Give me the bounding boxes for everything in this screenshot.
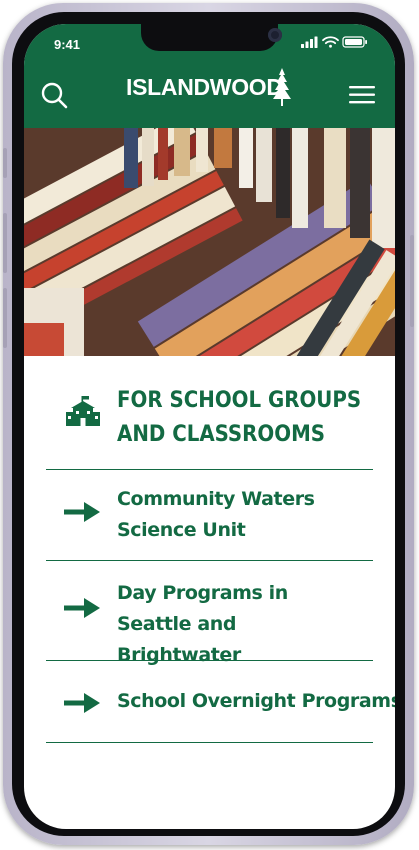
status-time: 9:41 xyxy=(54,37,81,52)
program-link-school-overnight[interactable]: School Overnight Programs xyxy=(46,682,395,732)
phone-screen: 9:41 ISLANDWOOD FOR SCHOOL GROUPS AND CL… xyxy=(24,24,395,829)
wifi-icon xyxy=(322,36,339,48)
hamburger-menu-icon[interactable] xyxy=(346,82,378,108)
cellular-signal-icon xyxy=(301,36,318,48)
logo-text: ISLANDWOOD xyxy=(126,74,283,100)
program-label: Day Programs in Seattle and Brightwater xyxy=(117,582,288,666)
program-label: School Overnight Programs xyxy=(117,690,395,712)
site-header: 9:41 ISLANDWOOD xyxy=(24,24,395,128)
front-camera-icon xyxy=(268,28,282,42)
search-icon[interactable] xyxy=(38,79,72,113)
power-button xyxy=(410,235,414,327)
battery-icon xyxy=(342,36,367,48)
divider xyxy=(46,660,373,661)
arrow-right-icon xyxy=(64,693,100,713)
section-header: FOR SCHOOL GROUPS AND CLASSROOMS xyxy=(46,384,373,469)
islandwood-logo[interactable]: ISLANDWOOD xyxy=(126,68,298,108)
section-title: FOR SCHOOL GROUPS AND CLASSROOMS xyxy=(117,388,362,447)
program-label: Community Waters Science Unit xyxy=(117,488,315,541)
school-building-icon xyxy=(66,396,100,426)
volume-down-button xyxy=(3,288,7,348)
arrow-right-icon xyxy=(64,598,100,618)
arrow-right-icon xyxy=(64,502,100,522)
divider xyxy=(46,469,373,470)
program-link-day-programs[interactable]: Day Programs in Seattle and Brightwater xyxy=(46,576,373,666)
program-link-community-waters[interactable]: Community Waters Science Unit xyxy=(46,482,373,562)
volume-up-button xyxy=(3,213,7,273)
tree-logo-icon xyxy=(273,68,291,106)
mute-switch xyxy=(3,148,7,178)
books-photo xyxy=(24,128,395,356)
notch xyxy=(141,24,282,51)
status-icons xyxy=(301,36,367,48)
divider xyxy=(46,560,373,561)
hero-image-books xyxy=(24,128,395,356)
divider xyxy=(46,742,373,743)
